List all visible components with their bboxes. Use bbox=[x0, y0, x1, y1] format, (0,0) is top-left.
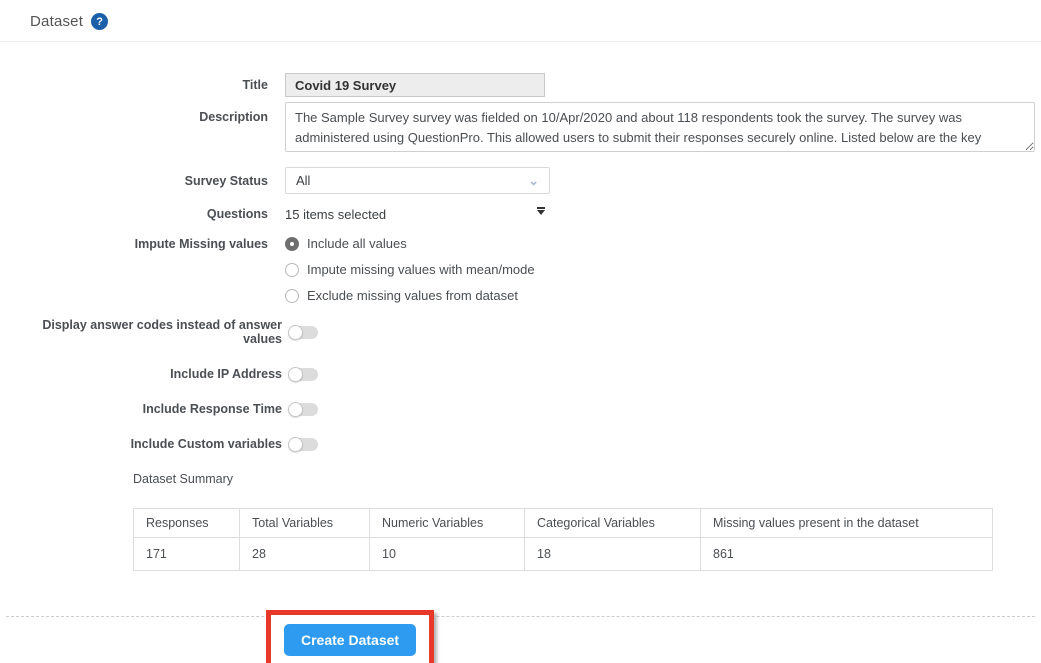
caret-down-icon bbox=[537, 206, 545, 215]
radio-option-label: Impute missing values with mean/mode bbox=[307, 262, 535, 277]
radio-option-label: Exclude missing values from dataset bbox=[307, 288, 518, 303]
dataset-form: Title Description The Sample Survey surv… bbox=[0, 42, 1041, 663]
description-label: Description bbox=[199, 110, 268, 124]
questions-row: Questions 15 items selected bbox=[0, 206, 1041, 222]
cell-total-variables: 28 bbox=[239, 537, 370, 571]
toggle-knob bbox=[288, 324, 303, 340]
display-answer-codes-row: Display answer codes instead of answer v… bbox=[0, 318, 1041, 346]
cell-responses: 171 bbox=[133, 537, 240, 571]
include-response-time-row: Include Response Time bbox=[0, 401, 1041, 417]
dashed-divider bbox=[6, 616, 1035, 617]
dataset-summary-table: Responses Total Variables Numeric Variab… bbox=[133, 508, 993, 571]
radio-unselected-icon[interactable] bbox=[285, 288, 299, 303]
include-response-time-label: Include Response Time bbox=[142, 402, 282, 416]
include-ip-address-row: Include IP Address bbox=[0, 366, 1041, 382]
description-textarea[interactable]: The Sample Survey survey was fielded on … bbox=[285, 102, 1035, 152]
header-categorical-variables: Categorical Variables bbox=[524, 508, 701, 538]
radio-option-impute-mean-mode[interactable]: Impute missing values with mean/mode bbox=[285, 262, 535, 277]
table-row: 171 28 10 18 861 bbox=[133, 537, 993, 571]
toggle-knob bbox=[288, 401, 303, 417]
radio-option-exclude-missing[interactable]: Exclude missing values from dataset bbox=[285, 288, 535, 303]
chevron-down-icon: ⌄ bbox=[528, 173, 539, 188]
radio-unselected-icon[interactable] bbox=[285, 262, 299, 277]
toggle-knob bbox=[288, 366, 303, 382]
description-row: Description The Sample Survey survey was… bbox=[0, 102, 1041, 157]
create-dataset-button[interactable]: Create Dataset bbox=[284, 624, 417, 656]
dataset-summary-label: Dataset Summary bbox=[133, 472, 234, 486]
display-answer-codes-label: Display answer codes instead of answer v… bbox=[42, 318, 282, 346]
header-missing-values: Missing values present in the dataset bbox=[700, 508, 993, 538]
cell-numeric-variables: 10 bbox=[369, 537, 525, 571]
include-ip-address-toggle[interactable] bbox=[288, 366, 318, 382]
impute-radio-group: Include all values Impute missing values… bbox=[285, 236, 535, 303]
include-custom-variables-row: Include Custom variables bbox=[0, 436, 1041, 452]
title-row: Title bbox=[0, 73, 1041, 97]
table-header-row: Responses Total Variables Numeric Variab… bbox=[133, 508, 993, 538]
include-response-time-toggle[interactable] bbox=[288, 401, 318, 417]
survey-status-row: Survey Status All ⌄ bbox=[0, 167, 1041, 194]
include-custom-variables-label: Include Custom variables bbox=[130, 437, 282, 451]
radio-option-include-all-values[interactable]: Include all values bbox=[285, 236, 535, 251]
toggle-knob bbox=[288, 436, 303, 452]
title-input[interactable] bbox=[285, 73, 545, 97]
impute-missing-values-row: Impute Missing values Include all values… bbox=[0, 236, 1041, 303]
impute-missing-values-label: Impute Missing values bbox=[134, 237, 268, 251]
questions-label: Questions bbox=[206, 207, 268, 221]
survey-status-value: All bbox=[296, 173, 311, 188]
header-total-variables: Total Variables bbox=[239, 508, 370, 538]
survey-status-label: Survey Status bbox=[184, 173, 268, 188]
header-responses: Responses bbox=[133, 508, 240, 538]
title-label: Title bbox=[242, 78, 268, 92]
include-ip-address-label: Include IP Address bbox=[170, 367, 282, 381]
radio-selected-icon[interactable] bbox=[285, 236, 299, 251]
help-icon[interactable]: ? bbox=[91, 13, 109, 30]
cell-missing-values: 861 bbox=[700, 537, 993, 571]
cell-categorical-variables: 18 bbox=[524, 537, 701, 571]
page-title: Dataset bbox=[30, 13, 84, 30]
page-header: Dataset ? bbox=[0, 0, 1041, 42]
questions-multiselect[interactable]: 15 items selected bbox=[285, 206, 545, 222]
header-numeric-variables: Numeric Variables bbox=[369, 508, 525, 538]
radio-option-label: Include all values bbox=[307, 236, 407, 251]
red-highlight-annotation: Create Dataset bbox=[266, 610, 435, 663]
display-answer-codes-toggle[interactable] bbox=[288, 324, 318, 340]
include-custom-variables-toggle[interactable] bbox=[288, 436, 318, 452]
survey-status-select[interactable]: All ⌄ bbox=[285, 167, 550, 194]
questions-selected-value: 15 items selected bbox=[285, 206, 387, 222]
